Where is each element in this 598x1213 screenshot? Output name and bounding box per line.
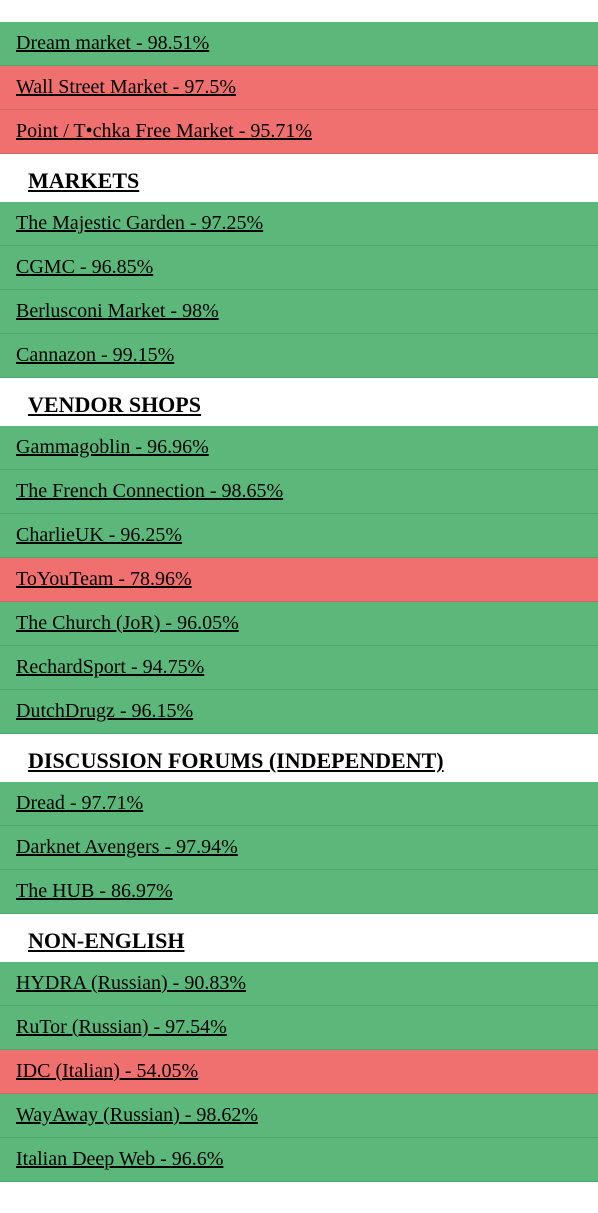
section-title-discussion-forums: DISCUSSION FORUMS (INDEPENDENT) <box>0 738 598 782</box>
vendor-shops-item-0[interactable]: Gammagoblin - 96.96% <box>0 426 598 470</box>
section-title-vendor-shops: VENDOR SHOPS <box>0 382 598 426</box>
section-title-non-english: NON-ENGLISH <box>0 918 598 962</box>
markets-item-3[interactable]: Cannazon - 99.15% <box>0 334 598 378</box>
non-english-item-2[interactable]: IDC (Italian) - 54.05% <box>0 1050 598 1094</box>
top-markets-item-0[interactable]: Dream market - 98.51% <box>0 22 598 66</box>
page-title <box>0 0 598 22</box>
markets-item-2[interactable]: Berlusconi Market - 98% <box>0 290 598 334</box>
discussion-forums-item-1[interactable]: Darknet Avengers - 97.94% <box>0 826 598 870</box>
top-markets-items: Dream market - 98.51%Wall Street Market … <box>0 22 598 154</box>
vendor-shops-item-5[interactable]: RechardSport - 94.75% <box>0 646 598 690</box>
top-markets-item-1[interactable]: Wall Street Market - 97.5% <box>0 66 598 110</box>
sections-container: MARKETSThe Majestic Garden - 97.25%CGMC … <box>0 154 598 1182</box>
markets-item-0[interactable]: The Majestic Garden - 97.25% <box>0 202 598 246</box>
markets-item-1[interactable]: CGMC - 96.85% <box>0 246 598 290</box>
non-english-item-1[interactable]: RuTor (Russian) - 97.54% <box>0 1006 598 1050</box>
discussion-forums-item-2[interactable]: The HUB - 86.97% <box>0 870 598 914</box>
vendor-shops-item-4[interactable]: The Church (JoR) - 96.05% <box>0 602 598 646</box>
non-english-item-4[interactable]: Italian Deep Web - 96.6% <box>0 1138 598 1182</box>
vendor-shops-item-3[interactable]: ToYouTeam - 78.96% <box>0 558 598 602</box>
non-english-item-3[interactable]: WayAway (Russian) - 98.62% <box>0 1094 598 1138</box>
top-markets-item-2[interactable]: Point / T•chka Free Market - 95.71% <box>0 110 598 154</box>
top-markets-section: Dream market - 98.51%Wall Street Market … <box>0 22 598 154</box>
vendor-shops-item-1[interactable]: The French Connection - 98.65% <box>0 470 598 514</box>
section-title-markets: MARKETS <box>0 158 598 202</box>
vendor-shops-item-2[interactable]: CharlieUK - 96.25% <box>0 514 598 558</box>
vendor-shops-item-6[interactable]: DutchDrugz - 96.15% <box>0 690 598 734</box>
discussion-forums-item-0[interactable]: Dread - 97.71% <box>0 782 598 826</box>
non-english-item-0[interactable]: HYDRA (Russian) - 90.83% <box>0 962 598 1006</box>
